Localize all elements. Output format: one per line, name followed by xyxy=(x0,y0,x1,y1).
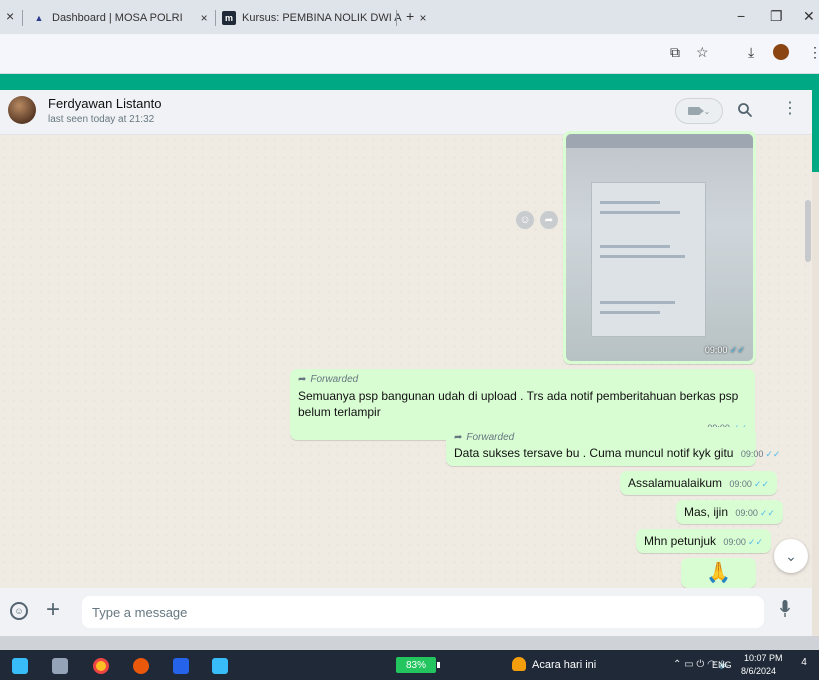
bookmark-star-icon[interactable]: ☆ xyxy=(696,44,709,61)
word-icon[interactable] xyxy=(173,658,189,674)
tab-title: Dashboard | MOSA POLRI xyxy=(52,12,183,24)
read-ticks-icon: ✓✓ xyxy=(747,537,764,547)
video-call-button[interactable]: ⌄ xyxy=(675,98,723,124)
message-text: Mhn petunjuk xyxy=(644,534,717,548)
camera-app-icon[interactable] xyxy=(52,658,68,674)
message-bubble[interactable]: Assalamualaikum 09:00 ✓✓ xyxy=(620,471,778,495)
tab-title: Kursus: PEMBINA NOLIK DWI A xyxy=(242,12,402,24)
chevron-down-icon: ⌄ xyxy=(785,547,797,564)
chat-scrollbar[interactable] xyxy=(805,200,811,262)
message-text: Assalamualaikum xyxy=(628,476,723,490)
maximize-button[interactable]: ❐ xyxy=(770,8,783,25)
message-bubble[interactable]: Mhn petunjuk 09:00 ✓✓ xyxy=(636,529,772,553)
image-message[interactable]: 09:00 ✓✓ xyxy=(563,131,756,364)
menu-dots-icon[interactable]: ⋮ xyxy=(782,101,798,117)
read-ticks-icon: ✓✓ xyxy=(753,479,770,489)
message-time: 09:00 xyxy=(735,508,758,518)
photo-content xyxy=(600,201,660,204)
chat-header[interactable]: Ferdyawan Listanto last seen today at 21… xyxy=(0,90,812,135)
cast-icon[interactable]: ⧉ xyxy=(670,44,680,61)
read-ticks-icon: ✓✓ xyxy=(759,508,775,518)
microphone-icon[interactable] xyxy=(780,600,790,618)
compose-bar: ☺ + xyxy=(0,588,812,636)
tab-separator xyxy=(215,10,216,26)
close-tab-icon[interactable]: × xyxy=(6,8,14,24)
message-time: 09:00 xyxy=(740,449,764,459)
clock-time[interactable]: 10:07 PM xyxy=(744,653,783,663)
powerpoint-icon[interactable] xyxy=(133,658,149,674)
moodle-icon: m xyxy=(222,11,236,25)
attach-plus-icon[interactable]: + xyxy=(46,596,60,624)
message-bubble[interactable]: Mas, ijin 09:00 ✓✓ xyxy=(676,500,783,524)
praying-hands-emoji: 🙏 xyxy=(706,562,731,584)
photo-content xyxy=(566,134,753,148)
read-ticks-icon: ✓✓ xyxy=(729,345,745,355)
search-icon[interactable] xyxy=(737,102,753,118)
photo-content xyxy=(591,182,706,337)
avatar[interactable] xyxy=(8,96,36,124)
message-time-text: 09:00 xyxy=(704,345,728,355)
message-bubble[interactable]: ➦ Forwarded Data sukses tersave bu . Cum… xyxy=(446,427,780,466)
notification-center-icon[interactable]: 4 xyxy=(796,657,812,673)
forwarded-text: Forwarded xyxy=(310,374,359,385)
profile-icon[interactable] xyxy=(773,44,789,60)
message-bubble[interactable]: 🙏 xyxy=(681,558,756,588)
photo-content xyxy=(600,245,670,248)
message-text: Mas, ijin xyxy=(684,505,729,519)
tab-separator xyxy=(22,10,23,26)
close-tab-icon[interactable]: × xyxy=(420,11,427,25)
forwarded-arrow-icon: ➦ xyxy=(454,432,463,443)
forwarded-label: ➦ Forwarded xyxy=(298,374,747,385)
window-bottom-strip xyxy=(0,636,819,650)
react-emoji-icon[interactable]: ☺ xyxy=(516,211,534,229)
read-ticks-icon: ✓✓ xyxy=(765,449,781,459)
app-accent-strip xyxy=(812,90,819,172)
window-close-button[interactable]: ✕ xyxy=(803,8,815,25)
forwarded-arrow-icon: ➦ xyxy=(298,374,307,385)
language-indicator[interactable]: ENG xyxy=(712,660,732,670)
video-camera-icon xyxy=(687,107,704,115)
chevron-down-icon: ⌄ xyxy=(703,106,711,116)
photos-app-icon[interactable] xyxy=(212,658,228,674)
contact-last-seen: last seen today at 21:32 xyxy=(48,114,155,125)
browser-tab-bar: × ▲ Dashboard | MOSA POLRI × m Kursus: P… xyxy=(0,0,819,34)
minimize-button[interactable]: − xyxy=(737,8,745,24)
tab-dashboard-mosa[interactable]: ▲ Dashboard | MOSA POLRI × xyxy=(32,6,208,30)
message-time: 09:00 xyxy=(723,537,746,547)
tab-separator xyxy=(396,10,397,26)
forwarded-label: ➦ Forwarded xyxy=(454,432,748,443)
photo-content xyxy=(600,255,685,258)
forwarded-text: Forwarded xyxy=(466,432,515,443)
chrome-icon[interactable] xyxy=(93,658,109,674)
os-taskbar: 83% Acara hari ini ⌃ ▭ ⏻ ◠ 🔈 ENG 10:07 P… xyxy=(0,650,819,680)
message-time: 09:00 ✓✓ xyxy=(705,345,745,356)
battery-indicator[interactable]: 83% xyxy=(396,657,440,673)
weather-widget-text[interactable]: Acara hari ini xyxy=(532,659,596,671)
weather-icon[interactable] xyxy=(512,657,526,671)
photo-content xyxy=(600,211,680,214)
contact-name[interactable]: Ferdyawan Listanto xyxy=(48,96,161,111)
clock-date[interactable]: 8/6/2024 xyxy=(741,666,776,676)
message-input[interactable] xyxy=(82,596,764,628)
forward-message-icon[interactable]: ➦ xyxy=(540,211,558,229)
message-time: 09:00 xyxy=(729,479,752,489)
message-text: Data sukses tersave bu . Cuma muncul not… xyxy=(454,446,734,460)
mail-app-icon[interactable] xyxy=(12,658,28,674)
notification-count: 4 xyxy=(801,657,807,668)
download-icon[interactable]: ⤓ xyxy=(748,44,754,61)
more-icon[interactable]: ⋮ xyxy=(808,44,819,61)
emoji-picker-icon[interactable]: ☺ xyxy=(10,602,28,620)
photo-content xyxy=(600,311,660,314)
scroll-to-bottom-button[interactable]: ⌄ xyxy=(774,539,808,573)
close-tab-icon[interactable]: × xyxy=(201,11,208,25)
photo-content xyxy=(600,301,675,304)
photo-thumbnail[interactable]: 09:00 ✓✓ xyxy=(566,134,753,361)
message-text: Semuanya psp bangunan udah di upload . T… xyxy=(298,389,739,419)
message-row: Data sukses tersave bu . Cuma muncul not… xyxy=(454,446,780,460)
mosa-logo-icon: ▲ xyxy=(34,13,44,23)
app-accent-band xyxy=(0,74,819,90)
new-tab-button[interactable]: + xyxy=(406,8,414,24)
